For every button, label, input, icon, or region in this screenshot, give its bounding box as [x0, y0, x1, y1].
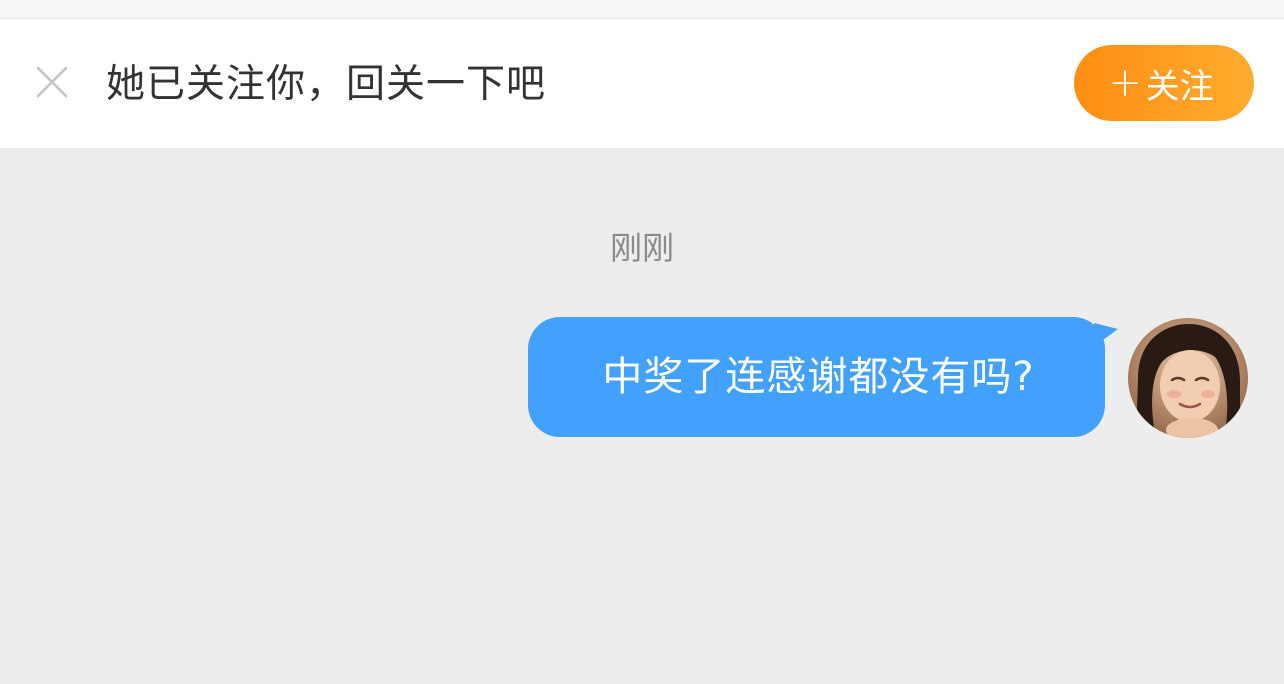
follow-button[interactable]: + 关注 — [1074, 45, 1254, 121]
follow-back-banner: 她已关注你，回关一下吧 + 关注 — [0, 19, 1284, 148]
follow-button-label: 关注 — [1145, 66, 1214, 107]
message-bubble[interactable]: 中奖了连感谢都没有吗? — [528, 317, 1105, 437]
chat-area[interactable]: 刚刚 中奖了连感谢都没有吗? — [0, 148, 1284, 684]
plus-icon: + — [1108, 60, 1142, 106]
bubble-tail — [1094, 323, 1118, 345]
message-timestamp: 刚刚 — [609, 229, 674, 267]
follow-back-message: 她已关注你，回关一下吧 — [106, 62, 547, 107]
close-icon[interactable] — [34, 64, 70, 100]
user-avatar[interactable] — [1128, 318, 1248, 438]
top-strip — [0, 0, 1284, 19]
